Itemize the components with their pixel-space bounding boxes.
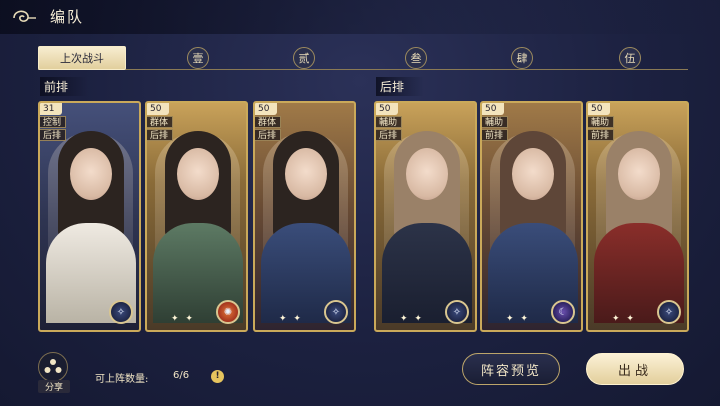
star-emblem-icon: ✧ xyxy=(324,300,348,324)
tab-team-2[interactable]: 贰 xyxy=(284,46,324,70)
character-face xyxy=(70,148,112,200)
tab-label: 壹 xyxy=(192,52,204,65)
back-swirl-icon[interactable] xyxy=(10,6,38,28)
tab-team-4[interactable]: 肆 xyxy=(502,46,542,70)
position-tag: 后排 xyxy=(376,129,403,141)
moon-emblem-icon: ☾ xyxy=(551,300,575,324)
share-label: 分享 xyxy=(38,380,70,393)
fire-emblem-icon: ✺ xyxy=(216,300,240,324)
star-rating: ✦ ✦ xyxy=(612,314,636,324)
role-tag: 群体 xyxy=(147,116,174,128)
star-emblem-icon: ✧ xyxy=(445,300,469,324)
character-card-3[interactable]: 50 群体 后排 ✦ ✦ ✧ xyxy=(253,101,356,332)
team-tab-bar: 上次战斗 壹 贰 叁 肆 伍 xyxy=(38,46,688,70)
tab-label: 上次战斗 xyxy=(60,52,104,65)
position-tag: 后排 xyxy=(147,129,174,141)
character-card-1[interactable]: 31 控制 后排 ✧ xyxy=(38,101,141,332)
star-emblem-icon: ✧ xyxy=(109,300,133,324)
character-card-5[interactable]: 50 輔助 前排 ✦ ✦ ☾ xyxy=(480,101,583,332)
star-rating: ✦ ✦ xyxy=(506,314,530,324)
deploy-count-value: 6/6 xyxy=(173,370,190,381)
star-rating: ✦ ✦ xyxy=(171,314,195,324)
top-bar: 编队 xyxy=(0,0,720,34)
level-badge: 31 xyxy=(40,103,62,115)
character-card-4[interactable]: 50 輔助 后排 ✦ ✦ ✧ xyxy=(374,101,477,332)
level-badge: 50 xyxy=(255,103,277,115)
character-face xyxy=(618,148,660,200)
star-rating: ✦ ✦ xyxy=(400,314,424,324)
position-tag: 后排 xyxy=(255,129,282,141)
level-badge: 50 xyxy=(482,103,504,115)
tab-team-1[interactable]: 壹 xyxy=(178,46,218,70)
character-face xyxy=(285,148,327,200)
position-tag: 后排 xyxy=(40,129,67,141)
tab-last-battle[interactable]: 上次战斗 xyxy=(38,46,126,70)
front-row-label: 前排 xyxy=(40,77,89,96)
back-row-label: 后排 xyxy=(376,77,425,96)
character-face xyxy=(512,148,554,200)
level-badge: 50 xyxy=(588,103,610,115)
tab-label: 贰 xyxy=(298,52,310,65)
tab-team-5[interactable]: 伍 xyxy=(610,46,650,70)
role-tag: 群体 xyxy=(255,116,282,128)
position-tag: 前排 xyxy=(588,129,615,141)
character-face xyxy=(177,148,219,200)
lineup-preview-button[interactable]: 阵容预览 xyxy=(462,353,560,385)
star-rating: ✦ ✦ xyxy=(279,314,303,324)
role-tag: 輔助 xyxy=(376,116,403,128)
deploy-count-label: 可上阵数量: xyxy=(95,374,149,385)
start-battle-button[interactable]: 出战 xyxy=(586,353,684,385)
tab-team-3[interactable]: 叁 xyxy=(396,46,436,70)
role-tag: 控制 xyxy=(40,116,67,128)
star-emblem-icon: ✧ xyxy=(657,300,681,324)
role-tag: 輔助 xyxy=(482,116,509,128)
page-title: 编队 xyxy=(50,8,85,26)
share-icon xyxy=(44,359,62,373)
tab-label: 肆 xyxy=(516,52,528,65)
tab-divider xyxy=(38,69,688,70)
tab-label: 叁 xyxy=(410,52,422,65)
tab-label: 伍 xyxy=(624,52,636,65)
character-face xyxy=(406,148,448,200)
star-rating xyxy=(64,314,104,324)
level-badge: 50 xyxy=(147,103,169,115)
character-card-2[interactable]: 50 群体 后排 ✦ ✦ ✺ xyxy=(145,101,248,332)
character-card-6[interactable]: 50 輔助 前排 ✦ ✦ ✧ xyxy=(586,101,689,332)
position-tag: 前排 xyxy=(482,129,509,141)
role-tag: 輔助 xyxy=(588,116,615,128)
share-button[interactable] xyxy=(38,352,68,382)
info-icon[interactable]: ! xyxy=(211,370,224,383)
level-badge: 50 xyxy=(376,103,398,115)
